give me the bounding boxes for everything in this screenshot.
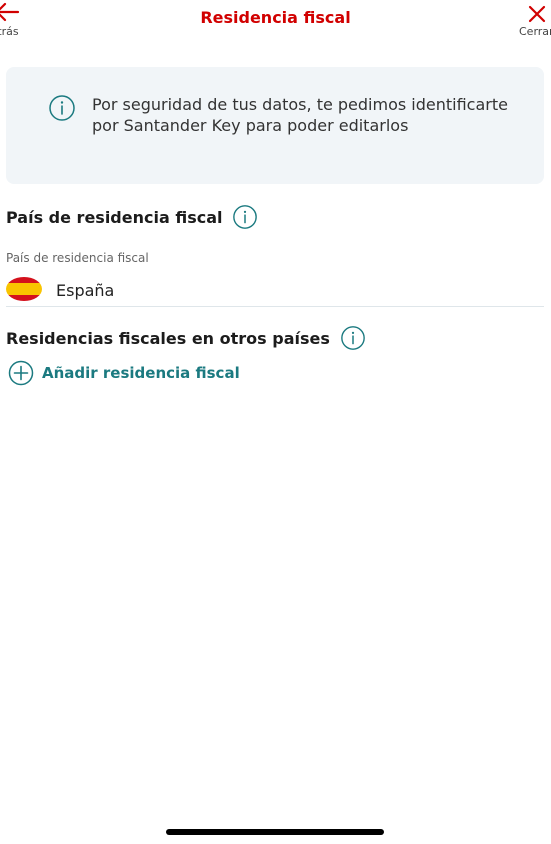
security-info-banner: Por seguridad de tus datos, te pedimos i…	[6, 67, 544, 184]
top-navigation-bar: Atrás Residencia fiscal Cerrar	[0, 0, 551, 50]
add-fiscal-residence-button[interactable]: Añadir residencia fiscal	[8, 360, 240, 386]
plus-circle-icon	[8, 360, 34, 386]
info-icon	[49, 95, 75, 121]
fiscal-residence-heading-text: País de residencia fiscal	[6, 207, 223, 227]
country-field[interactable]: España	[6, 276, 544, 307]
banner-message: Por seguridad de tus datos, te pedimos i…	[92, 95, 508, 135]
info-icon[interactable]	[340, 325, 366, 351]
other-residences-heading-text: Residencias fiscales en otros países	[6, 328, 330, 348]
add-fiscal-residence-label: Añadir residencia fiscal	[42, 364, 240, 382]
home-indicator[interactable]	[166, 829, 384, 835]
close-icon	[528, 5, 546, 23]
fiscal-residence-heading: País de residencia fiscal	[6, 204, 258, 230]
country-value: España	[56, 281, 115, 300]
spain-flag-icon	[6, 277, 42, 301]
page-title: Residencia fiscal	[200, 8, 351, 27]
close-label: Cerrar	[519, 25, 551, 38]
country-field-label: País de residencia fiscal	[6, 251, 149, 265]
close-button[interactable]: Cerrar	[511, 0, 551, 44]
other-residences-heading: Residencias fiscales en otros países	[6, 325, 366, 351]
info-icon[interactable]	[232, 204, 258, 230]
